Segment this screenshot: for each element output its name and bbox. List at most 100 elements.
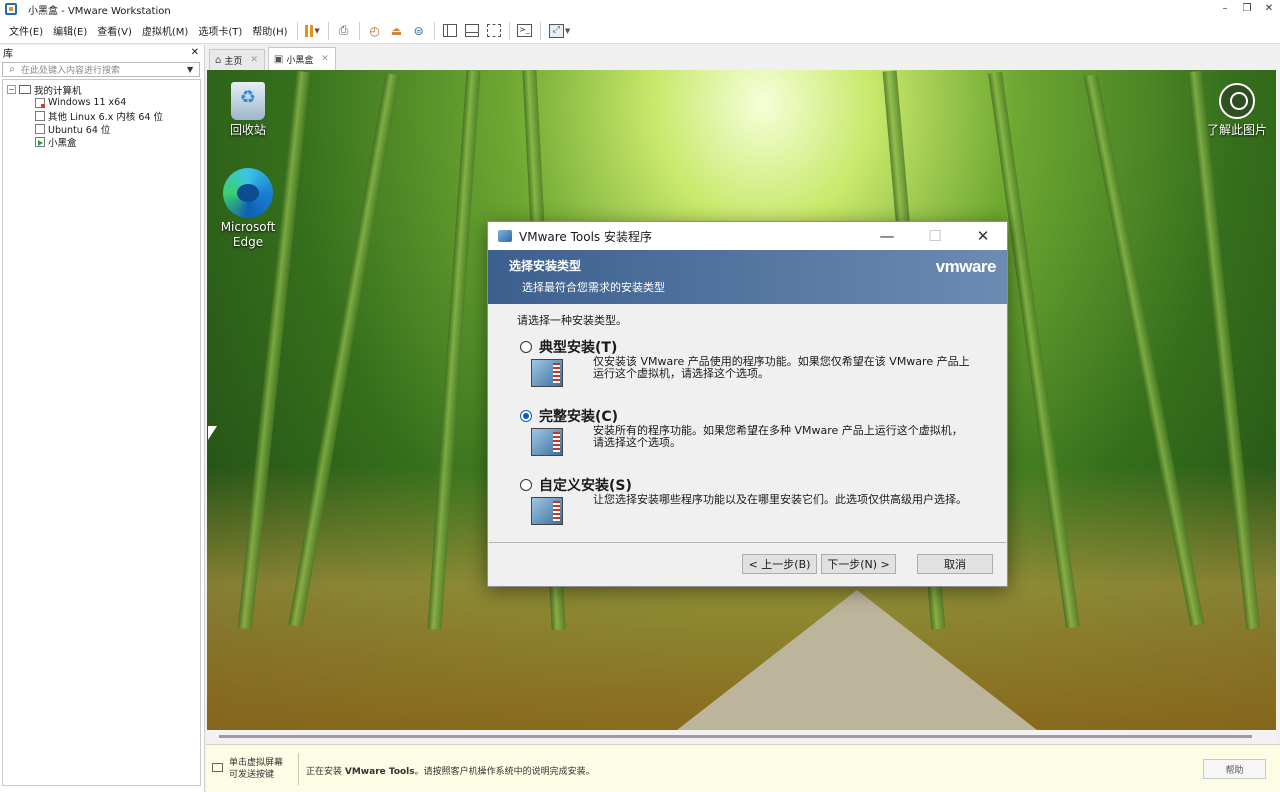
- hint-line-2: 可发送按键: [229, 770, 275, 780]
- menu-vm[interactable]: 虚拟机(M): [137, 23, 193, 38]
- show-thumbnail-bar-button[interactable]: [462, 21, 482, 41]
- show-library-button[interactable]: [440, 21, 460, 41]
- revert-snapshot-button[interactable]: ⏏: [387, 21, 407, 41]
- menu-tabs[interactable]: 选项卡(T): [193, 23, 247, 38]
- click-to-send-keys-hint: 单击虚拟屏幕 可发送按键: [229, 757, 283, 781]
- toolbar-separator: [327, 21, 329, 40]
- dialog-close-button[interactable]: ✕: [959, 227, 1007, 245]
- next-button[interactable]: 下一步(N) >: [821, 554, 896, 574]
- revert-snapshot-icon: ⏏: [390, 23, 403, 38]
- library-layout-icon: [442, 24, 457, 37]
- stretch-icon: ⤢: [548, 23, 564, 38]
- search-icon: ⌕: [9, 64, 15, 75]
- tree-item-ubuntu[interactable]: Ubuntu 64 位: [3, 122, 200, 136]
- recycle-bin-icon: [231, 82, 265, 120]
- stretch-guest-button[interactable]: ⤢ ▼: [546, 21, 574, 41]
- desktop-recycle-bin[interactable]: 回收站: [213, 82, 283, 138]
- tree-root-my-computer[interactable]: − 我的计算机: [3, 83, 200, 97]
- full-screen-button[interactable]: [484, 21, 504, 41]
- minimize-button[interactable]: –: [1214, 0, 1236, 18]
- menu-help[interactable]: 帮助(H): [247, 23, 292, 38]
- msg-product: VMware Tools: [344, 767, 415, 777]
- send-ctrl-alt-del-button[interactable]: ⎙: [334, 21, 354, 41]
- running-vm-icon: [35, 136, 45, 147]
- tab-close-icon[interactable]: ✕: [321, 54, 329, 64]
- vm-tab-icon: ▣: [273, 53, 284, 65]
- tree-item-windows11[interactable]: Windows 11 x64: [3, 96, 200, 109]
- scrollbar-thumb[interactable]: [219, 735, 1252, 738]
- dialog-title-bar: VMware Tools 安装程序 — ☐ ✕: [488, 222, 1007, 250]
- edge-icon: [223, 168, 273, 218]
- tab-xiaoheihe[interactable]: ▣ 小黑盒 ✕: [267, 47, 336, 70]
- tree-item-linux[interactable]: 其他 Linux 6.x 内核 64 位: [3, 109, 200, 123]
- toolbar-separator: [539, 21, 541, 40]
- installer-package-icon: [531, 497, 563, 525]
- tab-bar: ⌂ 主页 ✕ ▣ 小黑盒 ✕: [206, 45, 339, 70]
- menu-edit[interactable]: 编辑(E): [48, 23, 92, 38]
- tab-close-icon[interactable]: ✕: [250, 55, 258, 65]
- window-title: 小黑盒 - VMware Workstation: [28, 5, 171, 17]
- installer-package-icon: [531, 359, 563, 387]
- radio-complete[interactable]: [520, 410, 532, 422]
- restore-button[interactable]: ❐: [1236, 0, 1258, 18]
- console-view-button[interactable]: >_: [515, 21, 535, 41]
- wallpaper-bamboo: [427, 70, 481, 630]
- cancel-button[interactable]: 取消: [917, 554, 993, 574]
- window-controls: – ❐ ✕: [1214, 0, 1280, 18]
- wallpaper-bamboo: [1083, 73, 1205, 627]
- keyboard-hint-icon: [212, 763, 223, 772]
- vmware-logo: vmware: [935, 257, 997, 276]
- installer-icon: [498, 230, 512, 242]
- option-complete[interactable]: 完整安装(C) 安装所有的程序功能。如果您希望在多种 VMware 产品上运行这…: [517, 406, 1007, 466]
- dropdown-arrow-icon: ▼: [564, 26, 571, 35]
- camera-icon: [1219, 83, 1255, 119]
- vmware-tools-installer-dialog: VMware Tools 安装程序 — ☐ ✕ 选择安装类型 选择最符合您需求的…: [487, 221, 1008, 587]
- wallpaper-bamboo: [1187, 70, 1261, 630]
- tab-home[interactable]: ⌂ 主页 ✕: [209, 49, 265, 70]
- vm-horizontal-scrollbar[interactable]: [207, 730, 1276, 743]
- library-close-icon[interactable]: ✕: [191, 47, 199, 58]
- pause-icon: [305, 24, 314, 37]
- hint-line-1: 单击虚拟屏幕: [229, 758, 284, 768]
- dialog-minimize-button[interactable]: —: [863, 227, 911, 245]
- back-button[interactable]: < 上一步(B): [742, 554, 817, 574]
- option-typical[interactable]: 典型安装(T) 仅安装该 VMware 产品使用的程序功能。如果您仅希望在该 V…: [517, 337, 1007, 397]
- suspend-button[interactable]: ▼: [303, 21, 323, 41]
- menu-file[interactable]: 文件(E): [4, 23, 48, 38]
- menu-view[interactable]: 查看(V): [92, 23, 137, 38]
- radio-typical[interactable]: [520, 341, 532, 353]
- library-search-input[interactable]: ⌕ 在此处键入内容进行搜索 ▼: [2, 62, 200, 77]
- desktop-learn-picture[interactable]: 了解此图片: [1200, 83, 1274, 138]
- vm-icon: [35, 123, 45, 134]
- full-screen-icon: [486, 24, 501, 37]
- radio-custom[interactable]: [520, 479, 532, 491]
- library-header: 库 ✕: [0, 45, 204, 60]
- chevron-down-icon[interactable]: ▼: [187, 65, 199, 74]
- collapse-icon[interactable]: −: [7, 85, 16, 94]
- option-description: 让您选择安装哪些程序功能以及在哪里安装它们。此选项仅供高级用户选择。: [593, 493, 967, 506]
- dialog-body: 请选择一种安装类型。 典型安装(T) 仅安装该 VMware 产品使用的程序功能…: [488, 304, 1007, 535]
- close-button[interactable]: ✕: [1258, 0, 1280, 18]
- wallpaper-bamboo: [288, 73, 400, 627]
- install-status-message: 正在安装 VMware Tools。请按照客户机操作系统中的说明完成安装。: [306, 764, 595, 777]
- help-button[interactable]: 帮助: [1203, 759, 1266, 779]
- toolbar-separator: [508, 21, 510, 40]
- dialog-banner: 选择安装类型 选择最符合您需求的安装类型 vmware: [488, 250, 1007, 304]
- desktop-edge[interactable]: Microsoft Edge: [213, 168, 283, 250]
- tree-item-xiaoheihe[interactable]: 小黑盒: [3, 135, 200, 149]
- banner-subtitle: 选择最符合您需求的安装类型: [522, 281, 665, 294]
- vm-icon: [35, 110, 45, 121]
- option-custom[interactable]: 自定义安装(S) 让您选择安装哪些程序功能以及在哪里安装它们。此选项仅供高级用户…: [517, 475, 1007, 535]
- snapshot-manager-button[interactable]: ⊜: [409, 21, 429, 41]
- toolbar-separator: [358, 21, 360, 40]
- dialog-maximize-button: ☐: [928, 227, 942, 245]
- desktop-icon-label: 了解此图片: [1206, 123, 1267, 137]
- vmware-app-icon: [5, 3, 17, 15]
- option-label: 自定义安装(S): [539, 478, 632, 494]
- snapshot-button[interactable]: ◴: [365, 21, 385, 41]
- dialog-window-controls: — ☐ ✕: [863, 227, 1007, 245]
- menu-bar: 文件(E) 编辑(E) 查看(V) 虚拟机(M) 选项卡(T) 帮助(H) ▼ …: [0, 18, 1280, 44]
- snapshot-icon: ◴: [369, 23, 380, 38]
- desktop-icon-label: Microsoft Edge: [220, 220, 276, 249]
- vm-icon: [35, 97, 45, 108]
